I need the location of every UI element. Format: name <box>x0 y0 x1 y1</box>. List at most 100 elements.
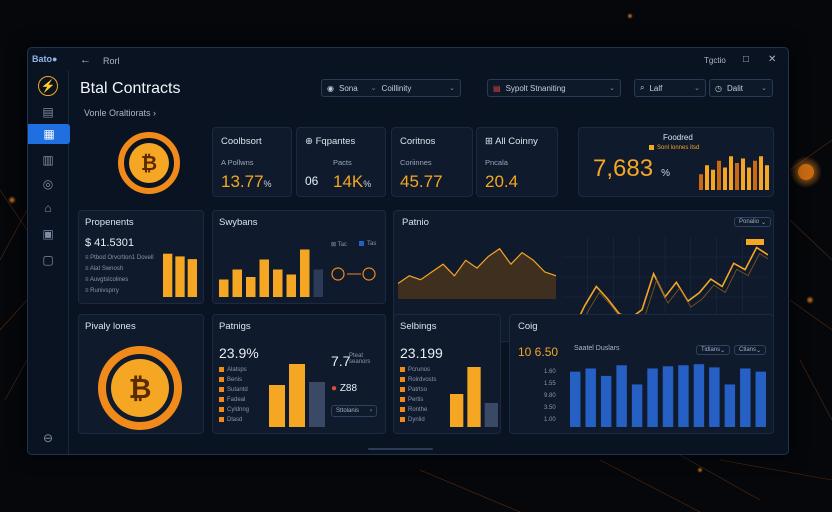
stat-label: Pacts <box>333 158 352 167</box>
list-item: Alatsps <box>219 367 247 373</box>
stat-card-coolbsort[interactable]: Coolbsort A Pollwns 13.77% <box>212 127 292 197</box>
legend-item: ⊠ Tac <box>331 242 347 248</box>
list-item: Sutantd <box>219 387 248 393</box>
bitcoin-icon: ₿ <box>118 132 180 194</box>
document-icon[interactable]: ▤ <box>36 102 60 122</box>
dropdown-label: Sypolt Stnaniting <box>505 83 566 93</box>
dropdown-value: Coillinity <box>381 83 412 93</box>
chart-bar <box>600 375 612 427</box>
chart-bar <box>187 259 197 297</box>
chart-bar <box>232 269 242 297</box>
y-tick-label: 9.80 <box>544 393 556 399</box>
chart-bar <box>693 364 705 427</box>
stat-prefix: 06 <box>305 174 319 188</box>
close-button[interactable]: ✕ <box>768 54 776 65</box>
alert-icon: ● <box>331 383 340 394</box>
stat-card-all-coinny[interactable]: ⊞ All Coinny Pncala 20.4 <box>476 127 558 197</box>
home-icon[interactable]: ⌂ <box>36 198 60 218</box>
proponents-card[interactable]: Propenents $ 41.5301 ≡ Ptbod Orvcrtlon1 … <box>78 210 204 304</box>
stat-value: 13.77% <box>221 172 272 191</box>
list-item: Dynlid <box>400 417 425 423</box>
panel-title: Swybans <box>219 217 258 228</box>
stnaniting-dropdown[interactable]: ▤ Sypolt Stnaniting ⌄ <box>487 79 621 97</box>
breadcrumb[interactable]: Vonle Oraltiorats › <box>84 108 156 118</box>
stat-card-fqpantes[interactable]: ⊕ Fqpantes Pacts 06 14K% <box>296 127 386 197</box>
coin-icon <box>331 267 376 281</box>
heavy-card[interactable]: Pivaly lones ₿ <box>78 314 204 434</box>
stat-card-coritnos[interactable]: Coritnos Coriinnes 45.77 <box>391 127 473 197</box>
chart-bar <box>724 384 736 427</box>
chart-bar <box>163 253 173 297</box>
area-fill <box>398 248 556 299</box>
settings-icon[interactable]: ⊖ <box>36 428 60 448</box>
bolt-icon[interactable]: ⚡ <box>38 76 58 96</box>
chart-bar <box>616 365 627 427</box>
dalit-dropdown[interactable]: ◷ Dalit ⌄ <box>709 79 773 97</box>
svg-text:₿: ₿ <box>141 153 157 175</box>
chevron-down-icon: ⌄ <box>609 85 615 92</box>
list-item: Pcrunos <box>400 367 430 373</box>
chart-bar <box>705 165 709 190</box>
patnio-filter[interactable]: Ponalio ⌄ <box>734 217 772 227</box>
list-item: Cyldnng <box>219 407 249 413</box>
chart-bar <box>740 368 751 427</box>
chart-bar <box>259 259 269 297</box>
sttolanis-button[interactable]: Sttolanis › <box>331 405 377 417</box>
panel-title: Patnigs <box>219 321 251 332</box>
tidlans-filter[interactable]: Tidlans ⌄ <box>696 345 731 355</box>
panel-title: Coig <box>518 321 538 332</box>
y-tick-label: 1.55 <box>544 381 556 387</box>
panel-note: Pteat seanors <box>349 353 371 365</box>
user-icon: ⊕ <box>305 136 316 147</box>
coig-card[interactable]: Coig 10 6.50 Saatel Duslars Tidlans ⌄ Ct… <box>509 314 774 434</box>
lock-icon[interactable]: ▢ <box>36 250 60 270</box>
lalf-dropdown[interactable]: ⌕ Lalf ⌄ <box>634 79 706 97</box>
selbings-bar-chart <box>450 367 498 427</box>
chart-bar <box>755 371 766 427</box>
featured-title: Foodred <box>663 133 693 142</box>
swybans-bar-chart <box>219 249 323 297</box>
ctlans-filter[interactable]: Ctlans ⌄ <box>734 345 767 355</box>
app-logo: Bato● <box>32 54 58 64</box>
stat-value: 14K% <box>333 172 372 191</box>
featured-card[interactable]: Foodred Sonl lonnes itsd 7,683% <box>578 127 774 197</box>
search-icon: ⌕ <box>640 83 645 92</box>
patings-card[interactable]: Patnigs 23.9% Alatsps Benis Sutantd Fade… <box>212 314 386 434</box>
chart-bar <box>765 165 769 190</box>
stat-title: ⊕ Fqpantes <box>305 136 356 147</box>
chart-bar <box>289 364 305 427</box>
chart-bar <box>662 366 674 427</box>
dropdown-label: Lalf <box>649 83 663 93</box>
app-window: Bato● ← Rorl Tgctio □ ✕ ⚡ ▤ ▦ ▥ ◎ ⌂ ▣ ▢ … <box>27 47 789 455</box>
globe-icon[interactable]: ◎ <box>36 174 60 194</box>
chart-bar <box>699 174 703 190</box>
panel-value: 23.199 <box>400 345 443 361</box>
chart-bar <box>269 385 285 427</box>
ledger-icon[interactable]: ▣ <box>36 224 60 244</box>
maximize-button[interactable]: □ <box>743 54 749 65</box>
horizontal-scrollbar[interactable] <box>368 448 433 450</box>
contracts-icon[interactable]: ▦ <box>28 124 70 144</box>
panel-title: Propenents <box>85 217 134 228</box>
featured-bar-chart <box>699 156 769 190</box>
swybans-card[interactable]: Swybans ⊠ Tac Tas <box>212 210 386 304</box>
proponents-bar-chart <box>163 253 197 297</box>
flag-icon: ▤ <box>493 83 501 93</box>
chart-bar <box>570 371 581 427</box>
chart-bar <box>678 365 689 427</box>
sona-dropdown[interactable]: ◉ Sona ⌄ Coillinity ⌄ <box>321 79 461 97</box>
back-button[interactable]: ← <box>80 54 91 66</box>
featured-value: 7,683% <box>593 155 670 182</box>
chevron-down-icon: ⌄ <box>449 85 455 92</box>
list-item: Benis <box>219 377 242 383</box>
page-title: Btal Contracts <box>80 80 181 97</box>
stat-value: 45.77 <box>400 172 443 191</box>
panel-value: 23.9% <box>219 345 259 361</box>
chevron-down-icon: ⌄ <box>761 85 767 92</box>
window-menu[interactable]: Tgctio <box>704 56 726 65</box>
building-icon[interactable]: ▥ <box>36 150 60 170</box>
panel-title: Selbings <box>400 321 437 332</box>
svg-text:₿: ₿ <box>129 373 152 404</box>
chart-bar <box>484 403 498 427</box>
selbings-card[interactable]: Selbings 23.199 Pcrunos Roirdvosts Patrt… <box>393 314 501 434</box>
